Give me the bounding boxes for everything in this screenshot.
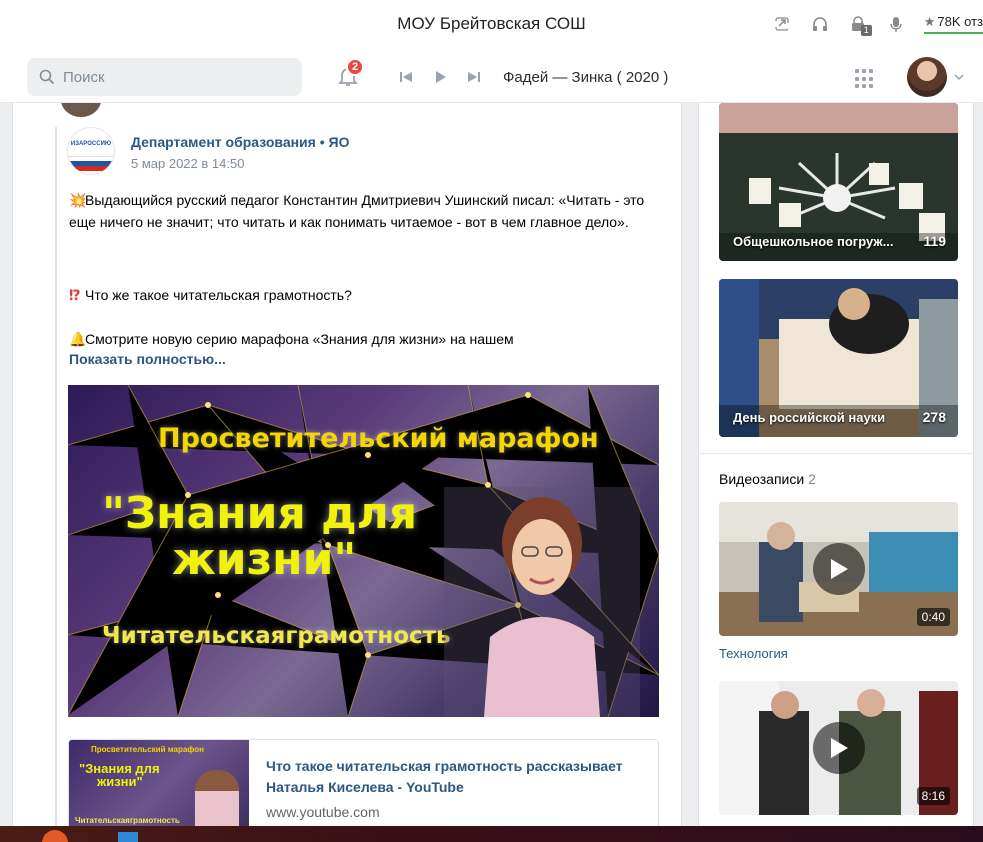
presenter-image [444,487,640,717]
play-video-button[interactable] [812,722,865,774]
rating-badge[interactable]: ★ 78K отз [923,14,983,34]
repost-divider-line [55,127,57,842]
previous-track-button[interactable] [395,66,417,88]
link-thumb-title-bottom: Читательскаяграмотность [75,816,180,825]
show-more-link[interactable]: Показать полностью... [69,351,226,367]
wall-feed: ИЗАРОССИЮ Департамент образования • ЯО 5… [12,103,682,842]
album-1-name: Общешкольное погруж... [733,234,894,249]
search-input[interactable] [63,68,283,86]
link-thumb-title-top: Просветительский марафон [91,745,204,754]
question-emoji-icon: ⁉ [69,287,81,303]
next-track-button[interactable] [463,66,485,88]
post-text-paragraph-2: ⁉ Что же такое читательская грамотность? [69,284,669,306]
video-1-title[interactable]: Технология [719,646,788,661]
rating-text: 78K отз [937,14,983,29]
titlebar-icons: 1 ★ 78K отз [772,12,983,36]
now-playing-track[interactable]: Фадей — Зинка ( 2020 ) [503,69,668,86]
star-icon: ★ [923,14,936,29]
link-thumb-title-main: "Знания для жизни" [79,762,160,788]
headphones-icon[interactable] [810,14,830,34]
notifications-badge: 2 [346,58,364,76]
post-text-paragraph-3: 🔔Смотрите новую серию марафона «Знания д… [69,328,669,350]
videos-section-header[interactable]: Видеозаписи 2 [719,471,816,487]
play-icon [830,559,848,579]
audio-player: Фадей — Зинка ( 2020 ) [395,66,668,88]
play-icon [830,738,848,758]
link-title[interactable]: Что такое читательская грамотность расск… [266,756,646,798]
link-url: www.youtube.com [266,804,380,820]
start-button-icon[interactable] [42,830,68,842]
link-thumbnail[interactable]: Просветительский марафон "Знания для жиз… [69,740,249,840]
videos-label: Видеозаписи [719,471,805,487]
bell-emoji-icon: 🔔 [69,331,87,347]
play-button[interactable] [429,66,451,88]
source-name-link[interactable]: Департамент образования • ЯО [131,134,349,150]
share-icon[interactable] [772,14,792,34]
link-thumb-title-main-2: жизни" [97,774,143,789]
play-video-button[interactable] [812,543,865,595]
site-header: 2 Фадей — Зинка ( 2020 ) [0,50,983,103]
next-icon [468,72,480,82]
os-taskbar [0,826,983,842]
apps-menu-icon[interactable] [855,69,875,89]
source-avatar[interactable]: ИЗАРОССИЮ [67,127,115,175]
notifications-button[interactable]: 2 [336,58,364,88]
video-1-duration: 0:40 [916,608,950,626]
post-text-line-1: Выдающийся русский педагог Константин Дм… [69,192,645,230]
right-sidebar: Общешкольное погруж... 119 День российск… [698,103,974,842]
source-logo-text: ИЗАРОССИЮ [70,141,112,147]
user-avatar[interactable] [907,57,947,97]
video-2-duration: 8:16 [916,787,950,805]
video-thumbnail[interactable]: 8:16 [719,681,958,815]
post-text-paragraph-1: 💥Выдающийся русский педагог Константин Д… [69,189,669,233]
video-title-main: "Знания для жизни" [102,491,417,583]
photo-album-card[interactable]: День российской науки 278 [719,279,958,437]
sidebar-divider [699,453,973,454]
explosion-emoji-icon: 💥 [69,192,87,208]
taskbar-app-icon[interactable] [118,832,138,842]
album-1-count: 119 [923,233,946,249]
album-2-name: День российской науки [733,410,886,425]
video-thumbnail[interactable]: 0:40 [719,502,958,636]
post-text-line-2: Что же такое читательская грамотность? [85,287,352,303]
search-icon [39,69,55,85]
previous-icon [400,72,412,82]
play-icon [436,71,446,83]
microphone-icon[interactable] [886,14,906,34]
lock-icon[interactable]: 1 [848,14,872,36]
post-date[interactable]: 5 мар 2022 в 14:50 [131,156,244,171]
video-title-top: Просветительский марафон [158,423,599,454]
album-2-count: 278 [922,409,946,425]
post-text-line-3: Смотрите новую серию марафона «Знания дл… [85,331,514,347]
videos-count: 2 [808,471,816,487]
previous-post-avatar[interactable] [61,103,101,117]
attached-video[interactable]: Просветительский марафон "Знания для жиз… [68,385,659,717]
chevron-down-icon[interactable] [954,72,964,82]
video-title-main-line-2: жизни" [172,534,357,585]
browser-titlebar: МОУ Брейтовская СОШ 1 ★ 78K отз [0,0,983,50]
video-title-bottom: Читательскаяграмотность [102,623,451,649]
video-title-main-line-1: "Знания для [102,488,418,539]
search-box[interactable] [27,58,302,96]
tab-count-badge: 1 [860,25,872,36]
photo-album-card[interactable]: Общешкольное погруж... 119 [719,103,958,261]
